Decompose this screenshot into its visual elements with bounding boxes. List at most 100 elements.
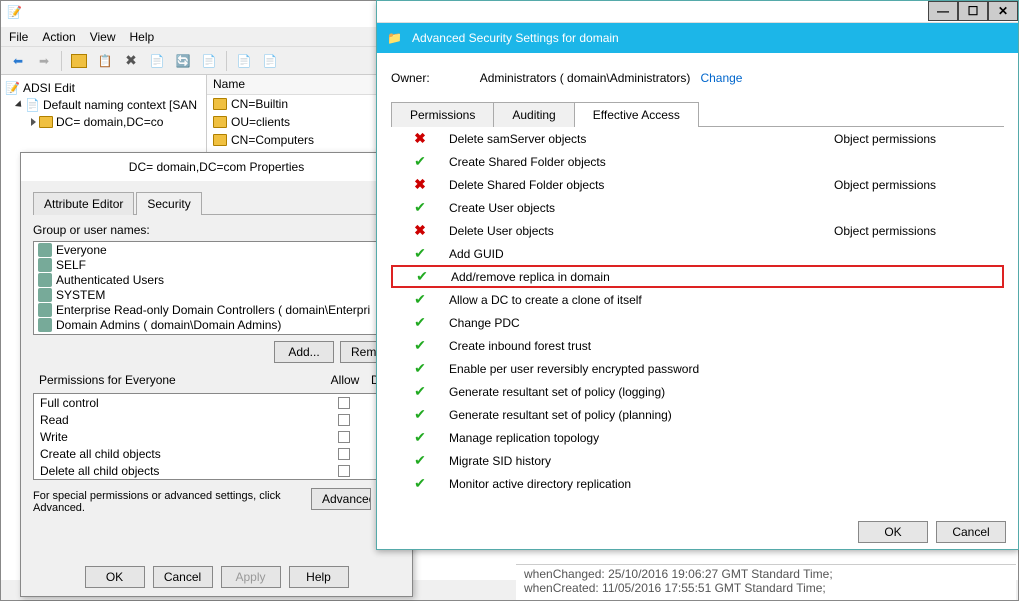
group-icon bbox=[38, 243, 52, 257]
group-icon bbox=[38, 273, 52, 287]
permission-row: Write bbox=[34, 428, 399, 445]
effective-access-row[interactable]: ✔Manage replication topology bbox=[391, 426, 1004, 449]
tab-auditing[interactable]: Auditing bbox=[493, 102, 574, 127]
export-button[interactable] bbox=[198, 50, 220, 72]
cancel-button[interactable]: Cancel bbox=[153, 566, 213, 588]
tree-root[interactable]: 📝ADSI Edit bbox=[5, 79, 202, 96]
permission-row: Create all child objects bbox=[34, 445, 399, 462]
allow-icon: ✔ bbox=[414, 153, 426, 170]
effective-access-row[interactable]: ✔Enable per user reversibly encrypted pa… bbox=[391, 357, 1004, 380]
apply-button[interactable]: Apply bbox=[221, 566, 281, 588]
effective-access-row[interactable]: ✔Add GUID bbox=[391, 242, 1004, 265]
effective-access-row[interactable]: ✔Create User objects bbox=[391, 196, 1004, 219]
dc-properties-dialog: DC= domain,DC=com Properties Attribute E… bbox=[20, 152, 413, 597]
allow-checkbox[interactable] bbox=[338, 465, 350, 477]
effective-access-row[interactable]: ✔Create Shared Folder objects bbox=[391, 150, 1004, 173]
allow-icon: ✔ bbox=[414, 360, 426, 377]
folder-icon bbox=[213, 134, 227, 146]
allow-checkbox[interactable] bbox=[338, 414, 350, 426]
allow-icon: ✔ bbox=[416, 268, 428, 285]
col-allow: Allow bbox=[320, 371, 370, 389]
group-icon bbox=[38, 303, 52, 317]
adv-titlebar: — ☐ ✕ bbox=[377, 1, 1018, 23]
folder-icon: 📁 bbox=[387, 31, 402, 45]
allow-checkbox[interactable] bbox=[338, 397, 350, 409]
props-titlebar: DC= domain,DC=com Properties bbox=[21, 153, 412, 181]
allow-checkbox[interactable] bbox=[338, 431, 350, 443]
view-button-1[interactable] bbox=[233, 50, 255, 72]
allow-checkbox[interactable] bbox=[338, 448, 350, 460]
owner-value: Administrators ( domain\Administrators) bbox=[480, 71, 691, 85]
group-item[interactable]: Authenticated Users bbox=[34, 272, 399, 287]
effective-access-list[interactable]: ✖Delete samServer objectsObject permissi… bbox=[391, 127, 1004, 499]
deny-icon: ✖ bbox=[414, 222, 426, 239]
allow-icon: ✔ bbox=[414, 337, 426, 354]
permissions-list: Full controlReadWriteCreate all child ob… bbox=[33, 393, 400, 480]
effective-access-row[interactable]: ✔Migrate SID history bbox=[391, 449, 1004, 472]
help-button[interactable]: Help bbox=[289, 566, 349, 588]
refresh-button[interactable] bbox=[172, 50, 194, 72]
props-tabs: Attribute Editor Security bbox=[33, 191, 400, 215]
adv-ok-button[interactable]: OK bbox=[858, 521, 928, 543]
tab-security[interactable]: Security bbox=[136, 192, 201, 215]
sheet-button[interactable] bbox=[146, 50, 168, 72]
group-item[interactable]: Domain Admins ( domain\Domain Admins) bbox=[34, 317, 399, 332]
effective-access-row[interactable]: ✔Monitor active directory replication bbox=[391, 472, 1004, 495]
menu-action[interactable]: Action bbox=[42, 30, 75, 44]
group-icon bbox=[38, 258, 52, 272]
tree-context[interactable]: 📄Default naming context [SAN bbox=[5, 96, 202, 113]
group-item[interactable]: SYSTEM bbox=[34, 287, 399, 302]
group-item[interactable]: Everyone bbox=[34, 242, 399, 257]
effective-access-row[interactable]: ✖Delete Shared Folder objectsObject perm… bbox=[391, 173, 1004, 196]
tab-permissions[interactable]: Permissions bbox=[391, 102, 494, 127]
group-icon bbox=[38, 288, 52, 302]
adv-cancel-button[interactable]: Cancel bbox=[936, 521, 1006, 543]
allow-icon: ✔ bbox=[414, 406, 426, 423]
effective-access-row[interactable]: ✔Add/remove replica in domain bbox=[391, 265, 1004, 288]
permissions-label: Permissions for Everyone bbox=[33, 371, 320, 389]
advanced-button[interactable]: Advanced bbox=[311, 488, 371, 510]
up-button[interactable] bbox=[68, 50, 90, 72]
menu-view[interactable]: View bbox=[90, 30, 116, 44]
add-button[interactable]: Add... bbox=[274, 341, 334, 363]
advanced-security-window: — ☐ ✕ 📁 Advanced Security Settings for d… bbox=[376, 0, 1019, 550]
groups-label: Group or user names: bbox=[33, 223, 400, 237]
folder-icon bbox=[213, 98, 227, 110]
tab-attribute-editor[interactable]: Attribute Editor bbox=[33, 192, 134, 215]
tree-dc[interactable]: DC= domain,DC=co bbox=[5, 113, 202, 130]
permission-row: Read bbox=[34, 411, 399, 428]
owner-label: Owner: bbox=[391, 71, 430, 85]
group-list[interactable]: EveryoneSELFAuthenticated UsersSYSTEMEnt… bbox=[33, 241, 400, 335]
view-button-2[interactable] bbox=[259, 50, 281, 72]
folder-icon bbox=[213, 116, 227, 128]
delete-button[interactable] bbox=[120, 50, 142, 72]
effective-access-row[interactable]: ✔Create inbound forest trust bbox=[391, 334, 1004, 357]
allow-icon: ✔ bbox=[414, 429, 426, 446]
ok-button[interactable]: OK bbox=[85, 566, 145, 588]
adv-header: 📁 Advanced Security Settings for domain bbox=[377, 23, 1018, 53]
owner-row: Owner: Administrators ( domain\Administr… bbox=[391, 71, 1004, 85]
back-button[interactable] bbox=[7, 50, 29, 72]
forward-button[interactable] bbox=[33, 50, 55, 72]
allow-icon: ✔ bbox=[414, 199, 426, 216]
effective-access-row[interactable]: ✔Generate resultant set of policy (plann… bbox=[391, 403, 1004, 426]
group-icon bbox=[38, 318, 52, 332]
effective-access-row[interactable]: ✖Delete samServer objectsObject permissi… bbox=[391, 127, 1004, 150]
properties-button[interactable] bbox=[94, 50, 116, 72]
adv-minimize-button[interactable]: — bbox=[928, 1, 958, 21]
group-item[interactable]: Enterprise Read-only Domain Controllers … bbox=[34, 302, 399, 317]
adv-close-button[interactable]: ✕ bbox=[988, 1, 1018, 21]
menu-file[interactable]: File bbox=[9, 30, 28, 44]
allow-icon: ✔ bbox=[414, 314, 426, 331]
adv-title: Advanced Security Settings for domain bbox=[412, 31, 619, 45]
menu-help[interactable]: Help bbox=[130, 30, 155, 44]
effective-access-row[interactable]: ✔Change PDC bbox=[391, 311, 1004, 334]
tab-effective-access[interactable]: Effective Access bbox=[574, 102, 699, 127]
change-owner-link[interactable]: Change bbox=[700, 71, 742, 85]
effective-access-row[interactable]: ✖Delete User objectsObject permissions bbox=[391, 219, 1004, 242]
adv-maximize-button[interactable]: ☐ bbox=[958, 1, 988, 21]
allow-icon: ✔ bbox=[414, 291, 426, 308]
effective-access-row[interactable]: ✔Allow a DC to create a clone of itself bbox=[391, 288, 1004, 311]
group-item[interactable]: SELF bbox=[34, 257, 399, 272]
effective-access-row[interactable]: ✔Generate resultant set of policy (loggi… bbox=[391, 380, 1004, 403]
